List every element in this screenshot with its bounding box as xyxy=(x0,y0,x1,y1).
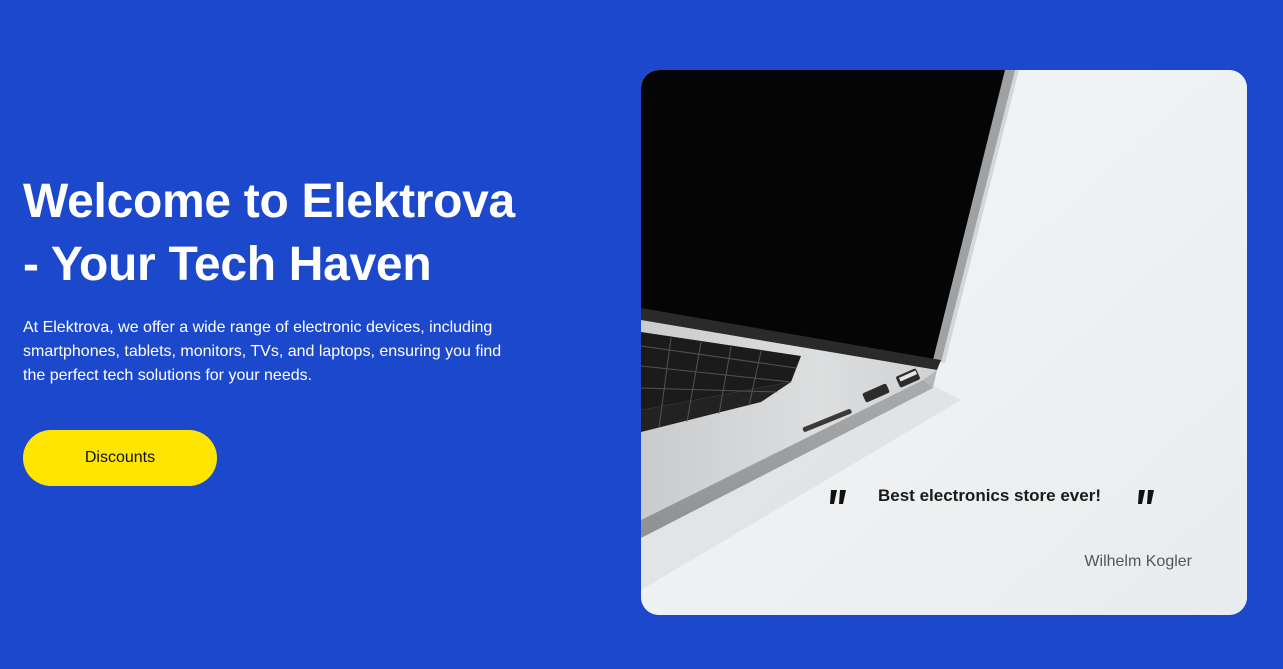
testimonial-quote: Best electronics store ever! xyxy=(878,486,1101,505)
hero-description: At Elektrova, we offer a wide range of e… xyxy=(23,319,502,384)
testimonial: Best electronics store ever! xyxy=(827,474,1167,524)
hero-title-line-1: Welcome to Elektrova xyxy=(23,175,515,228)
discounts-button[interactable]: Discounts xyxy=(23,430,217,486)
laptop-image xyxy=(641,70,1247,615)
testimonial-author: Wilhelm Kogler xyxy=(1084,553,1192,570)
hero-section: Welcome to Elektrova - Your Tech Haven A… xyxy=(23,170,523,388)
quote-close-icon xyxy=(1138,490,1154,504)
hero-title: Welcome to Elektrova - Your Tech Haven xyxy=(23,170,523,296)
hero-image-card: Best electronics store ever! Wilhelm Kog… xyxy=(641,70,1247,615)
quote-open-icon xyxy=(830,490,846,504)
hero-title-line-2: - Your Tech Haven xyxy=(23,238,432,291)
